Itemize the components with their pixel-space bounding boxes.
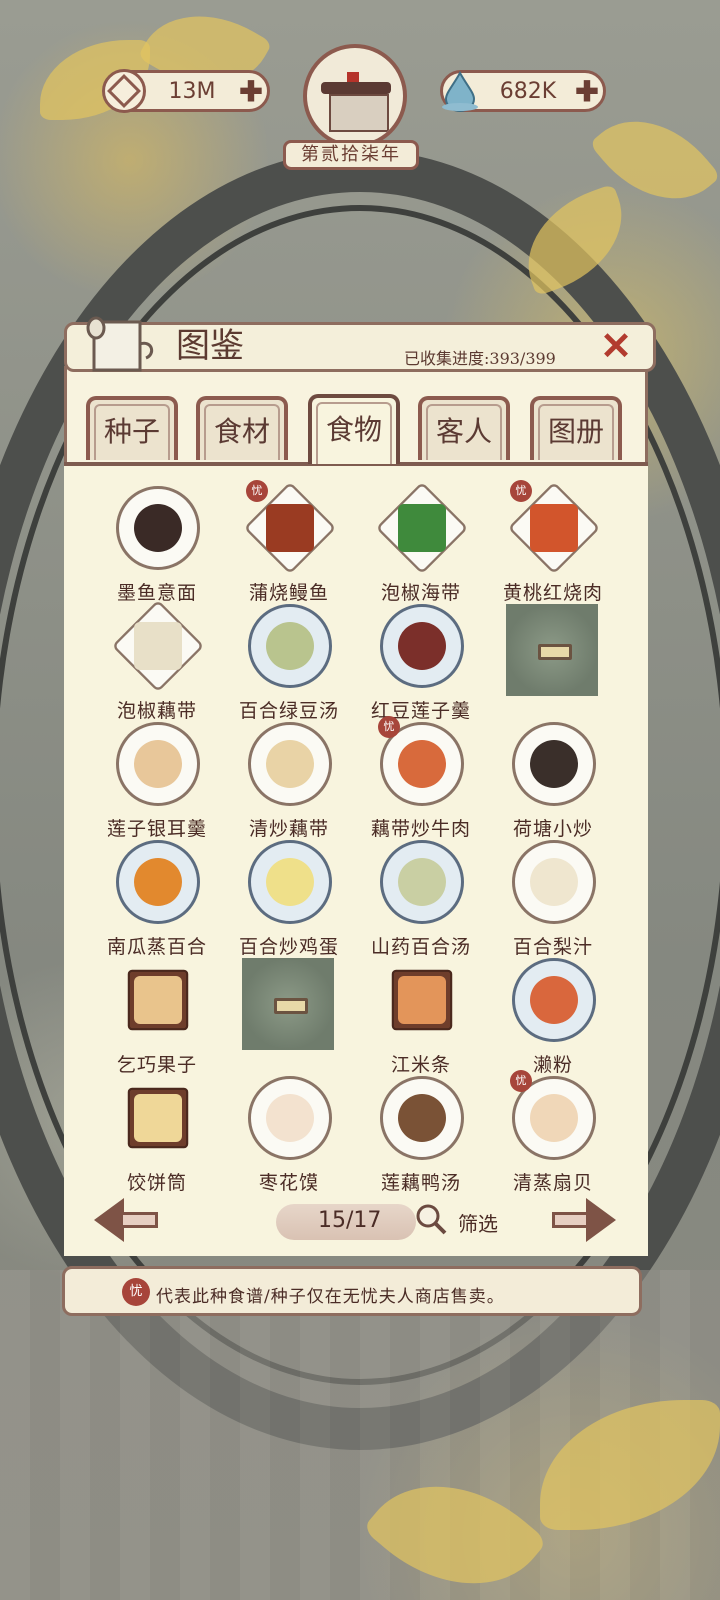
dish-icon bbox=[512, 958, 596, 1042]
food-item[interactable] bbox=[488, 602, 618, 720]
dish-name: 黄桃红烧肉 bbox=[502, 582, 603, 604]
food-item[interactable]: 江米条 bbox=[356, 956, 486, 1076]
dish-icon bbox=[380, 840, 464, 924]
panel-title: 图鉴 bbox=[176, 326, 244, 366]
food-item[interactable]: 枣花馍 bbox=[224, 1074, 354, 1194]
food-item[interactable]: 南瓜蒸百合 bbox=[92, 838, 222, 958]
dish-name: 莲藕鸭汤 bbox=[380, 1172, 461, 1194]
water-drop-icon bbox=[435, 66, 485, 116]
add-water-button[interactable]: ✚ bbox=[571, 75, 603, 108]
tab-seeds[interactable]: 种子 bbox=[86, 396, 178, 460]
dish-icon bbox=[512, 840, 596, 924]
dish-name: 百合梨汁 bbox=[512, 936, 593, 958]
food-item[interactable]: 泡椒藕带 bbox=[92, 599, 222, 722]
dish-icon bbox=[116, 958, 200, 1042]
scroll-icon bbox=[82, 314, 158, 376]
locked-item-icon bbox=[506, 604, 598, 696]
tab-food[interactable]: 食物 bbox=[308, 394, 400, 464]
dish-icon bbox=[116, 486, 200, 570]
food-item[interactable]: 忧藕带炒牛肉 bbox=[356, 716, 486, 840]
coin-counter[interactable]: 13M ✚ bbox=[102, 69, 270, 113]
food-item[interactable]: 百合炒鸡蛋 bbox=[224, 838, 354, 958]
shop-exclusive-badge: 忧 bbox=[510, 1070, 532, 1092]
shop-exclusive-badge: 忧 bbox=[378, 716, 400, 738]
food-item[interactable]: 清炒藕带 bbox=[224, 720, 354, 840]
dish-name: 枣花馍 bbox=[258, 1172, 319, 1194]
water-counter[interactable]: 682K ✚ bbox=[440, 70, 606, 112]
food-item[interactable]: 山药百合汤 bbox=[356, 838, 486, 958]
close-icon[interactable]: ✕ bbox=[596, 326, 636, 366]
add-coins-button[interactable]: ✚ bbox=[235, 75, 267, 108]
food-item[interactable]: 泡椒海带 bbox=[356, 481, 486, 604]
tab-ingredients[interactable]: 食材 bbox=[196, 396, 288, 460]
dish-name: 山药百合汤 bbox=[370, 936, 471, 958]
dish-icon bbox=[512, 722, 596, 806]
dish-name: 泡椒海带 bbox=[380, 582, 461, 604]
food-item[interactable] bbox=[224, 956, 354, 1074]
dish-name: 百合绿豆汤 bbox=[238, 700, 339, 722]
dish-icon bbox=[116, 722, 200, 806]
dish-name: 乞巧果子 bbox=[116, 1054, 197, 1076]
dish-icon bbox=[380, 604, 464, 688]
dish-name: 南瓜蒸百合 bbox=[106, 936, 207, 958]
year-label: 第贰拾柒年 bbox=[283, 140, 419, 170]
dish-name: 莲子银耳羹 bbox=[106, 818, 207, 840]
dish-name: 清蒸扇贝 bbox=[512, 1172, 593, 1194]
food-item[interactable]: 忧蒲烧鳗鱼 bbox=[224, 480, 354, 604]
shop-exclusive-badge: 忧 bbox=[246, 480, 268, 502]
dish-name: 百合炒鸡蛋 bbox=[238, 936, 339, 958]
food-item[interactable]: 忧清蒸扇贝 bbox=[488, 1070, 618, 1194]
dish-icon bbox=[375, 481, 469, 575]
dish-icon bbox=[248, 1076, 332, 1160]
dish-name: 红豆莲子羹 bbox=[370, 700, 471, 722]
dish-name: 荷塘小炒 bbox=[512, 818, 593, 840]
dish-icon bbox=[111, 599, 205, 693]
prev-page-button[interactable] bbox=[94, 1198, 158, 1244]
shop-note-text: 代表此种食谱/种子仅在无忧夫人商店售卖。 bbox=[156, 1287, 505, 1307]
tab-guests[interactable]: 客人 bbox=[418, 396, 510, 460]
dish-icon bbox=[380, 1076, 464, 1160]
dish-name: 藕带炒牛肉 bbox=[370, 818, 471, 840]
dish-name: 蒲烧鳗鱼 bbox=[248, 582, 329, 604]
coin-amount: 13M bbox=[168, 78, 216, 104]
shop-exclusive-badge: 忧 bbox=[510, 480, 532, 502]
dish-name: 饺饼筒 bbox=[126, 1172, 187, 1194]
water-amount: 682K bbox=[499, 78, 557, 104]
collection-progress: 已收集进度:393/399 bbox=[404, 349, 556, 368]
dish-name: 濑粉 bbox=[532, 1054, 573, 1076]
dish-name: 清炒藕带 bbox=[248, 818, 329, 840]
dish-icon bbox=[248, 722, 332, 806]
pavilion-emblem-icon[interactable] bbox=[303, 44, 407, 148]
food-item[interactable]: 莲藕鸭汤 bbox=[356, 1074, 486, 1194]
food-item[interactable]: 乞巧果子 bbox=[92, 956, 222, 1076]
coin-icon bbox=[99, 66, 149, 116]
dish-name: 江米条 bbox=[390, 1054, 451, 1076]
magnifier-icon[interactable] bbox=[414, 1202, 448, 1236]
food-item[interactable]: 红豆莲子羹 bbox=[356, 602, 486, 722]
food-item[interactable]: 忧黄桃红烧肉 bbox=[488, 480, 618, 604]
dish-icon bbox=[116, 840, 200, 924]
dish-icon bbox=[116, 1076, 200, 1160]
food-item[interactable]: 百合梨汁 bbox=[488, 838, 618, 958]
tab-album[interactable]: 图册 bbox=[530, 396, 622, 460]
page-number: 15/17 bbox=[318, 1208, 382, 1233]
dish-icon bbox=[380, 958, 464, 1042]
food-item[interactable]: 濑粉 bbox=[488, 956, 618, 1076]
food-item[interactable]: 墨鱼意面 bbox=[92, 484, 222, 604]
next-page-button[interactable] bbox=[552, 1198, 616, 1244]
filter-button[interactable]: 筛选 bbox=[458, 1208, 498, 1237]
food-item[interactable]: 百合绿豆汤 bbox=[224, 602, 354, 722]
food-item[interactable]: 饺饼筒 bbox=[92, 1074, 222, 1194]
dish-icon bbox=[248, 840, 332, 924]
locked-item-icon bbox=[242, 958, 334, 1050]
food-item[interactable]: 荷塘小炒 bbox=[488, 720, 618, 840]
dish-icon bbox=[248, 604, 332, 688]
shop-badge-icon: 忧 bbox=[122, 1278, 150, 1306]
dish-name: 泡椒藕带 bbox=[116, 700, 197, 722]
food-item[interactable]: 莲子银耳羹 bbox=[92, 720, 222, 840]
